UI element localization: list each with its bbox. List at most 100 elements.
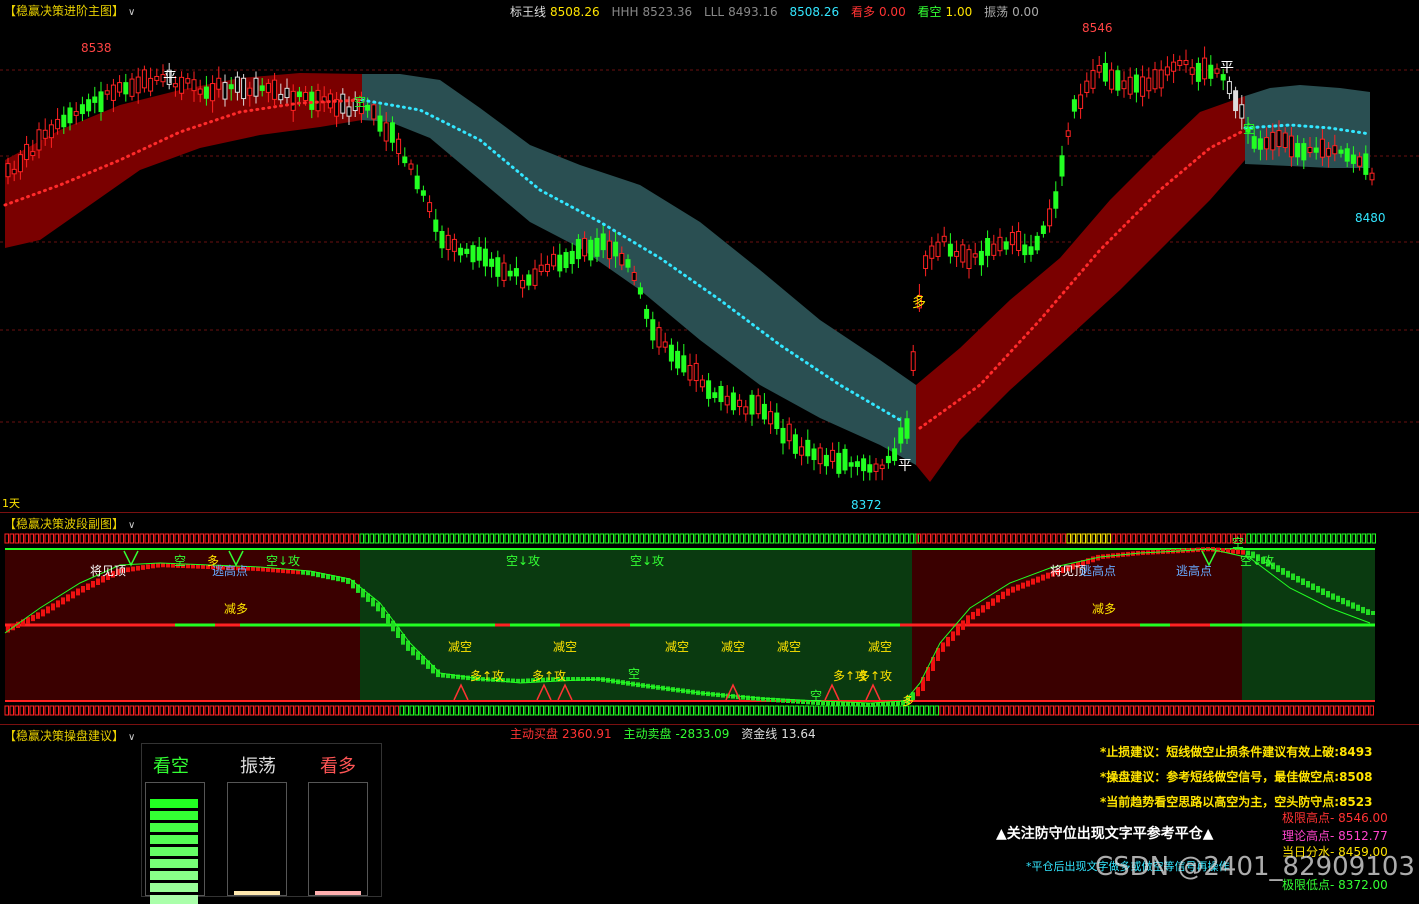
wave-bar (71, 591, 75, 599)
top-strip-green (1351, 533, 1356, 544)
wave-bar (91, 581, 95, 588)
bottom-strip-red (1144, 705, 1149, 716)
bottom-strip-green (714, 705, 719, 716)
candle (668, 344, 674, 362)
bottom-strip-red (1124, 705, 1129, 716)
wave-bar (1321, 588, 1325, 595)
candle (346, 106, 352, 117)
top-strip-green (1326, 533, 1331, 544)
bottom-strip-red (389, 705, 394, 716)
top-strip-green (1321, 533, 1326, 544)
candle (179, 76, 185, 94)
candle (1226, 81, 1232, 95)
candle (675, 350, 681, 369)
wave-canvas[interactable]: 将见顶 逃高点 空 多 空↓攻 空↓攻 空↓攻 空↓攻 将见顶 逃高点 逃高点 … (0, 513, 1419, 724)
top-strip-red (179, 533, 184, 544)
bottom-strip-red (1364, 705, 1369, 716)
wave-label-jianduo-2: 减多 (1092, 602, 1116, 616)
top-strip-red (89, 533, 94, 544)
candle (1053, 191, 1059, 209)
top-strip-green (644, 533, 649, 544)
bottom-strip-green (704, 705, 709, 716)
candle (1152, 69, 1158, 90)
top-strip-red (79, 533, 84, 544)
candle (526, 274, 532, 286)
advice-panel-title-text: 【稳赢决策操盘建议】 (4, 729, 125, 743)
candle (594, 237, 600, 257)
top-strip-red (1001, 533, 1006, 544)
candle (637, 287, 643, 295)
top-strip-green (1261, 533, 1266, 544)
bottom-strip-green (559, 705, 564, 716)
bottom-strip-green (544, 705, 549, 716)
top-strip-yellow (1106, 533, 1111, 544)
top-strip-red (54, 533, 59, 544)
wave-label-konggong-4: 空↓攻 (1240, 554, 1274, 568)
candle (631, 272, 637, 281)
main-chart-canvas[interactable]: 8538 8546 8372 8480 平 平 平 空 空 多 (0, 0, 1419, 512)
candle (222, 82, 228, 100)
top-strip-green (864, 533, 869, 544)
candle (792, 434, 798, 454)
candle (768, 411, 774, 425)
top-strip-green (579, 533, 584, 544)
top-strip-green (884, 533, 889, 544)
top-strip-green (754, 533, 759, 544)
bottom-strip-green (789, 705, 794, 716)
bottom-strip-red (349, 705, 354, 716)
candle (811, 448, 817, 461)
top-strip-green (1301, 533, 1306, 544)
candle (929, 245, 935, 259)
wave-bar (51, 603, 55, 611)
bottom-strip-red (384, 705, 389, 716)
candle (290, 90, 296, 111)
candle (1071, 99, 1077, 112)
bottom-strip-green (849, 705, 854, 716)
bottom-strip-green (854, 705, 859, 716)
top-strip-green (384, 533, 389, 544)
candle (755, 395, 761, 415)
candle (11, 168, 17, 175)
bottom-strip-red (1304, 705, 1309, 716)
candle (656, 327, 662, 348)
top-strip-red (349, 533, 354, 544)
top-strip-red (1196, 533, 1201, 544)
bottom-strip-red (279, 705, 284, 716)
candle (687, 365, 693, 381)
wave-bar (136, 565, 140, 571)
candle (371, 104, 377, 120)
advice-panel-title[interactable]: 【稳赢决策操盘建议】 ∨ (4, 727, 135, 744)
top-strip-green (694, 533, 699, 544)
bottom-strip-green (649, 705, 654, 716)
chevron-down-icon[interactable]: ∨ (128, 732, 135, 743)
wave-label-jiankong-1: 减空 (448, 640, 472, 654)
wave-bar (1361, 606, 1365, 614)
bottom-strip-red (39, 705, 44, 716)
top-strip-red (1151, 533, 1156, 544)
main-chart-panel[interactable]: 【稳赢决策进阶主图】 ∨ 标王线 8508.26 HHH 8523.36 LLL 849… (0, 0, 1419, 512)
top-strip-red (259, 533, 264, 544)
wave-label-duogong-1: 多↑攻 (470, 669, 504, 683)
candle (613, 241, 619, 257)
candle (780, 427, 786, 444)
top-strip-red (44, 533, 49, 544)
bottom-strip-red (259, 705, 264, 716)
bottom-strip-green (419, 705, 424, 716)
bear-band (362, 74, 916, 465)
candle (507, 270, 513, 277)
bottom-strip-red (1039, 705, 1044, 716)
candle (830, 449, 836, 462)
top-strip-red (219, 533, 224, 544)
candle (1183, 59, 1189, 66)
bottom-strip-green (554, 705, 559, 716)
bottom-strip-green (844, 705, 849, 716)
candle (761, 403, 767, 420)
candle (1288, 135, 1294, 158)
candle (1208, 64, 1214, 79)
candle (98, 91, 104, 113)
bottom-strip-green (429, 705, 434, 716)
wave-bar (966, 615, 970, 625)
top-strip-red (339, 533, 344, 544)
top-strip-green (664, 533, 669, 544)
wave-panel[interactable]: 【稳赢决策波段副图】 ∨ 将见顶 逃高点 空 多 空↓攻 空↓攻 空↓攻 空↓攻 … (0, 513, 1419, 724)
